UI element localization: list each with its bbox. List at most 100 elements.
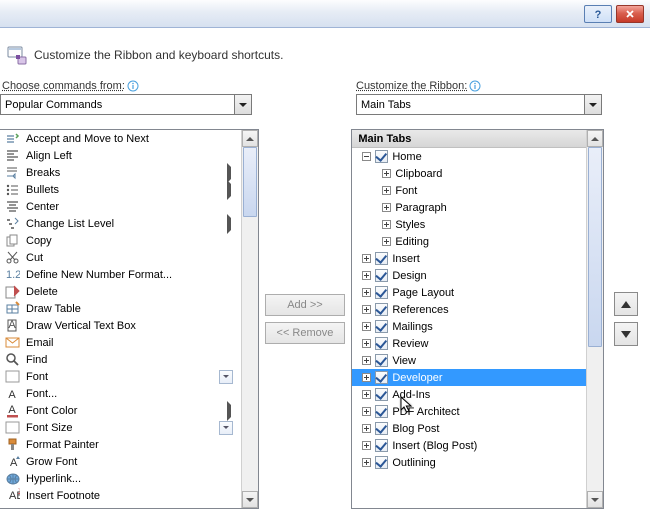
svg-text:1: 1	[17, 488, 20, 497]
scrollbar[interactable]	[586, 130, 603, 508]
expand-icon[interactable]	[382, 186, 391, 195]
expand-icon[interactable]	[362, 288, 371, 297]
scroll-down-button[interactable]	[587, 491, 603, 508]
command-item[interactable]: AB1Insert Footnote	[0, 487, 241, 504]
command-item[interactable]: Format Painter	[0, 436, 241, 453]
tree-node[interactable]: Insert	[352, 250, 586, 267]
command-item[interactable]: Font Size	[0, 419, 241, 436]
expand-icon[interactable]	[362, 271, 371, 280]
expand-icon[interactable]	[362, 390, 371, 399]
collapse-icon[interactable]	[362, 152, 371, 161]
command-item[interactable]: Center	[0, 198, 241, 215]
command-item[interactable]: Draw Table	[0, 300, 241, 317]
command-item[interactable]: AGrow Font	[0, 453, 241, 470]
move-up-button[interactable]	[614, 292, 638, 316]
choose-commands-combo[interactable]: Popular Commands	[0, 94, 252, 115]
tree-node[interactable]: Editing	[352, 233, 586, 250]
tree-node[interactable]: Developer	[352, 369, 586, 386]
customize-ribbon-combo[interactable]: Main Tabs	[356, 94, 602, 115]
expand-icon[interactable]	[382, 220, 391, 229]
remove-button[interactable]: << Remove	[265, 322, 345, 344]
tree-node[interactable]: Design	[352, 267, 586, 284]
expand-icon[interactable]	[382, 203, 391, 212]
checkbox[interactable]	[375, 405, 388, 418]
expand-icon[interactable]	[362, 458, 371, 467]
expand-icon[interactable]	[362, 339, 371, 348]
checkbox[interactable]	[375, 337, 388, 350]
command-item[interactable]: Find	[0, 351, 241, 368]
close-button[interactable]	[616, 5, 644, 23]
tree-node[interactable]: Insert (Blog Post)	[352, 437, 586, 454]
command-item[interactable]: 1.2Define New Number Format...	[0, 266, 241, 283]
tree-label: Review	[392, 338, 428, 350]
tree-node[interactable]: Home	[352, 148, 586, 165]
expand-icon[interactable]	[362, 424, 371, 433]
command-item[interactable]: Breaks	[0, 164, 241, 181]
checkbox[interactable]	[375, 286, 388, 299]
help-button[interactable]: ?	[584, 5, 612, 23]
command-item[interactable]: Copy	[0, 232, 241, 249]
add-button[interactable]: Add >>	[265, 294, 345, 316]
tree-label: View	[392, 355, 416, 367]
tree-node[interactable]: Font	[352, 182, 586, 199]
scroll-thumb[interactable]	[243, 147, 257, 217]
command-item[interactable]: Email	[0, 334, 241, 351]
tree-node[interactable]: Review	[352, 335, 586, 352]
command-item[interactable]: Bullets	[0, 181, 241, 198]
tree-node[interactable]: PDF Architect	[352, 403, 586, 420]
command-item[interactable]: Delete	[0, 283, 241, 300]
checkbox[interactable]	[375, 388, 388, 401]
command-item[interactable]: ADraw Vertical Text Box	[0, 317, 241, 334]
scrollbar[interactable]	[241, 130, 258, 508]
checkbox[interactable]	[375, 422, 388, 435]
tree-node[interactable]: References	[352, 301, 586, 318]
checkbox[interactable]	[375, 354, 388, 367]
tree-node[interactable]: View	[352, 352, 586, 369]
tree-node[interactable]: Paragraph	[352, 199, 586, 216]
checkbox[interactable]	[375, 269, 388, 282]
checkbox[interactable]	[375, 320, 388, 333]
move-down-button[interactable]	[614, 322, 638, 346]
command-label: Align Left	[26, 150, 72, 162]
scroll-thumb[interactable]	[588, 147, 602, 347]
expand-icon[interactable]	[362, 373, 371, 382]
command-item[interactable]: Hyperlink...	[0, 470, 241, 487]
checkbox[interactable]	[375, 456, 388, 469]
tree-node[interactable]: Outlining	[352, 454, 586, 471]
expand-icon[interactable]	[362, 407, 371, 416]
expand-icon[interactable]	[382, 169, 391, 178]
expand-icon[interactable]	[362, 441, 371, 450]
tree-node[interactable]: Styles	[352, 216, 586, 233]
combo-dropdown-button[interactable]	[234, 95, 251, 114]
expand-icon[interactable]	[362, 356, 371, 365]
checkbox[interactable]	[375, 371, 388, 384]
tree-node[interactable]: Mailings	[352, 318, 586, 335]
scroll-down-button[interactable]	[242, 491, 258, 508]
checkbox[interactable]	[375, 150, 388, 163]
tree-node[interactable]: Blog Post	[352, 420, 586, 437]
tree-node[interactable]: Clipboard	[352, 165, 586, 182]
center-icon	[4, 199, 20, 215]
checkbox[interactable]	[375, 439, 388, 452]
expand-icon[interactable]	[362, 322, 371, 331]
command-item[interactable]: AFont...	[0, 385, 241, 402]
command-item[interactable]: Accept and Move to Next	[0, 130, 241, 147]
expand-icon[interactable]	[362, 305, 371, 314]
ribbon-tree[interactable]: Main Tabs HomeClipboardFontParagraphStyl…	[351, 129, 604, 509]
command-item[interactable]: Cut	[0, 249, 241, 266]
tree-node[interactable]: Add-Ins	[352, 386, 586, 403]
command-item[interactable]: Align Left	[0, 147, 241, 164]
scroll-up-button[interactable]	[242, 130, 258, 147]
command-item[interactable]: Font	[0, 368, 241, 385]
command-item[interactable]: AFont Color	[0, 402, 241, 419]
checkbox[interactable]	[375, 303, 388, 316]
combo-dropdown-button[interactable]	[584, 95, 601, 114]
commands-listbox[interactable]: Accept and Move to Next Align Left BreaksB…	[0, 129, 259, 509]
expand-icon[interactable]	[382, 237, 391, 246]
choose-commands-value: Popular Commands	[5, 99, 102, 111]
checkbox[interactable]	[375, 252, 388, 265]
expand-icon[interactable]	[362, 254, 371, 263]
scroll-up-button[interactable]	[587, 130, 603, 147]
tree-node[interactable]: Page Layout	[352, 284, 586, 301]
command-item[interactable]: Change List Level	[0, 215, 241, 232]
